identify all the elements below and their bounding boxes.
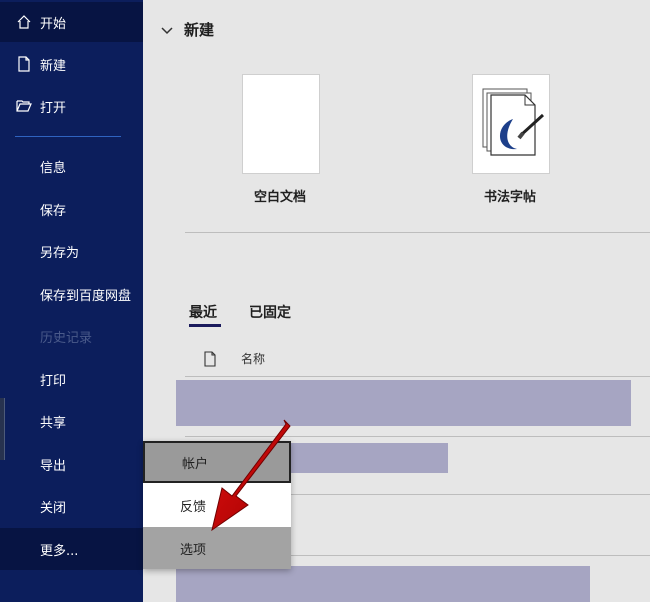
chevron-down-icon xyxy=(161,26,173,34)
tab-active-indicator xyxy=(189,324,221,327)
sidebar-item-label: 打印 xyxy=(40,373,67,389)
document-icon xyxy=(204,350,216,367)
sidebar-item-home[interactable]: 开始 xyxy=(0,2,143,42)
sidebar-item-share[interactable]: 共享 xyxy=(0,401,143,441)
row-divider xyxy=(291,494,650,495)
sidebar-item-label: 共享 xyxy=(40,415,67,431)
section-divider xyxy=(185,232,650,233)
sidebar-item-label: 更多... xyxy=(40,543,79,559)
sidebar-item-label: 保存 xyxy=(40,203,67,219)
new-doc-icon xyxy=(18,56,30,72)
backstage-sidebar: 开始 新建 打开 信息 保存 另存为 保存到百度网盘 历史记录 打印 共享 导出… xyxy=(0,0,143,602)
sidebar-item-open[interactable]: 打开 xyxy=(0,86,143,126)
sidebar-item-label: 历史记录 xyxy=(40,330,93,346)
sidebar-item-save[interactable]: 保存 xyxy=(0,189,143,229)
menu-item-feedback[interactable]: 反馈 xyxy=(143,484,291,526)
sidebar-item-close[interactable]: 关闭 xyxy=(0,486,143,526)
template-calligraphy[interactable] xyxy=(472,74,550,174)
sidebar-item-print[interactable]: 打印 xyxy=(0,359,143,399)
sidebar-item-info[interactable]: 信息 xyxy=(0,146,143,186)
sidebar-item-label: 新建 xyxy=(40,58,67,74)
new-section-header[interactable]: 新建 xyxy=(160,19,214,40)
calligraphy-brush-icon xyxy=(482,88,545,156)
window-resize-handle[interactable] xyxy=(0,398,5,460)
home-icon xyxy=(17,15,31,29)
more-context-menu: 帐户 反馈 选项 xyxy=(143,441,291,569)
sidebar-item-label: 关闭 xyxy=(40,500,67,516)
sidebar-item-save-as[interactable]: 另存为 xyxy=(0,231,143,271)
table-row[interactable] xyxy=(176,380,631,426)
template-label: 空白文档 xyxy=(253,190,306,205)
sidebar-item-save-to-baidu[interactable]: 保存到百度网盘 xyxy=(0,274,143,314)
sidebar-item-label: 导出 xyxy=(40,458,67,474)
menu-item-label: 反馈 xyxy=(180,499,207,515)
template-label: 书法字帖 xyxy=(483,190,536,205)
template-blank-document[interactable] xyxy=(242,74,320,174)
tab-pinned[interactable]: 已固定 xyxy=(249,302,291,322)
table-row[interactable] xyxy=(176,566,590,602)
sidebar-item-label: 开始 xyxy=(40,16,67,32)
file-list-header: 名称 xyxy=(203,350,265,367)
sidebar-item-new[interactable]: 新建 xyxy=(0,44,143,84)
sidebar-item-history: 历史记录 xyxy=(0,316,143,356)
menu-item-account[interactable]: 帐户 xyxy=(143,441,291,483)
sidebar-divider xyxy=(15,136,121,137)
new-section-title: 新建 xyxy=(184,21,215,39)
sidebar-item-label: 打开 xyxy=(40,100,67,116)
menu-item-options[interactable]: 选项 xyxy=(143,527,291,569)
sidebar-item-label: 保存到百度网盘 xyxy=(40,288,132,304)
row-divider xyxy=(291,555,650,556)
sidebar-item-label: 另存为 xyxy=(40,245,80,261)
sidebar-item-export[interactable]: 导出 xyxy=(0,444,143,484)
tab-recent[interactable]: 最近 xyxy=(189,302,217,322)
menu-item-label: 选项 xyxy=(180,542,207,558)
sidebar-item-label: 信息 xyxy=(40,160,67,176)
folder-open-icon xyxy=(16,100,32,112)
row-divider xyxy=(185,436,650,437)
row-divider xyxy=(185,376,650,377)
column-name-header: 名称 xyxy=(241,352,266,366)
table-row[interactable] xyxy=(288,443,448,473)
sidebar-item-more[interactable]: 更多... xyxy=(0,528,143,570)
menu-item-label: 帐户 xyxy=(182,456,209,472)
